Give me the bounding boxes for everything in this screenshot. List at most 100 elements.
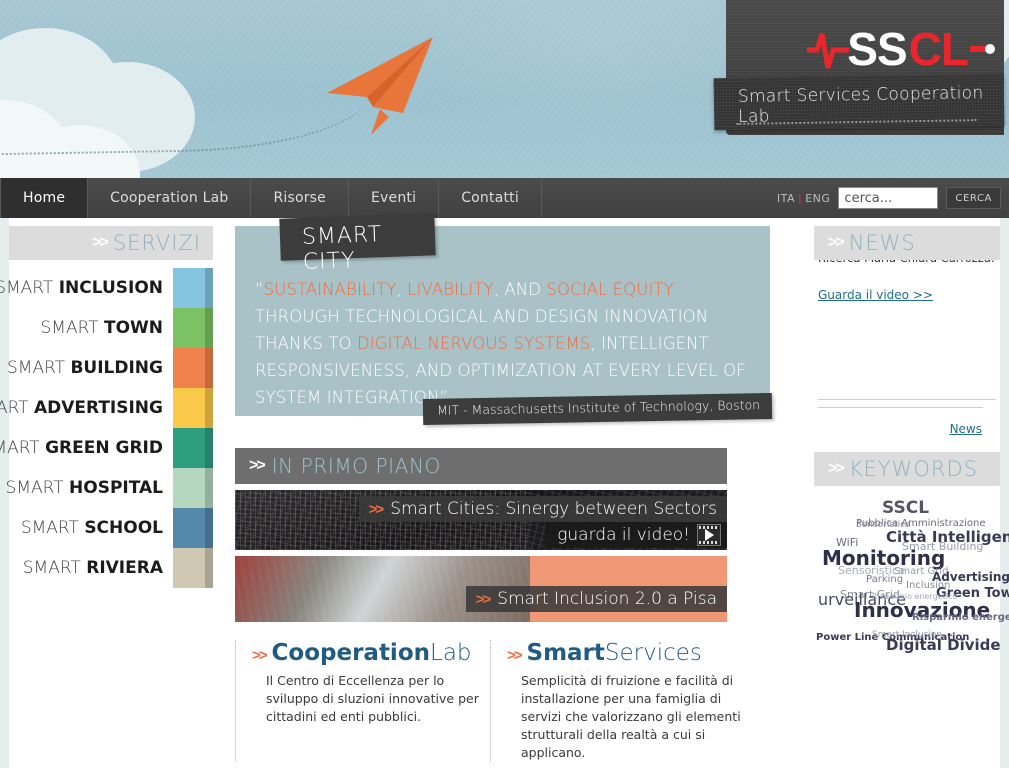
arrows-icon: >> [368,500,384,518]
service-color-swatch[interactable] [173,308,213,348]
service-label: SMART GREEN GRID [0,438,163,458]
play-video-icon[interactable] [697,524,721,546]
news-header: >> NEWS [814,226,1000,260]
smart-city-banner: SMART CITY “SUSTAINABILITY, LIVABILITY, … [235,213,773,426]
service-color-swatch[interactable] [173,428,213,468]
arrows-icon: >> [507,647,522,664]
service-label: SMART TOWN [40,318,164,338]
column-title-bold: Smart [526,640,605,666]
service-label: SMART RIVIERA [22,558,163,578]
service-color-swatch[interactable] [173,268,213,308]
arrows-icon: >> [92,234,109,251]
sscl-logo-panel[interactable]: SS CL Smart Services Cooperation Lab [713,0,1005,135]
arrows-icon: >> [828,234,845,251]
column-heading[interactable]: >> SmartServices [507,640,745,666]
service-item-advertising[interactable]: SMART ADVERTISING [0,388,213,428]
watch-video-label: guarda il video! [557,525,690,545]
service-label: SMART INCLUSION [0,278,163,298]
service-item-town[interactable]: SMART TOWN [9,308,213,348]
service-color-swatch[interactable] [173,468,213,508]
service-color-swatch[interactable] [173,508,213,548]
lang-separator: | [798,191,803,205]
nav-item-cooperation-lab[interactable]: Cooperation Lab [88,178,252,218]
watch-video-bar[interactable]: guarda il video! [545,522,727,548]
lang-italian[interactable]: ITA [777,192,795,205]
service-item-school[interactable]: SMART SCHOOL [9,508,213,548]
service-item-hospital[interactable]: SMART HOSPITAL [5,468,213,508]
column-title-light: Lab [430,640,472,666]
divider [818,407,983,408]
quote-text: “ [255,280,264,299]
site-header: SS CL Smart Services Cooperation Lab [0,0,1009,178]
sidebar-servizi: >> SERVIZI SMART INCLUSION SMART TOWN SMAR… [0,226,213,588]
service-item-building[interactable]: SMART BUILDING [6,348,213,388]
nav-item-eventi[interactable]: Eventi [349,178,440,218]
quote-text: , AND [493,280,547,299]
smart-city-tag-label: SMART CITY [301,222,383,275]
column-smart-services: >> SmartServices Semplicità di fruizione… [490,640,745,762]
column-body: Semplicità di fruizione e facilità di in… [521,673,741,760]
divider [818,399,996,400]
keyword-tag[interactable]: SSCL [882,498,929,518]
servizi-title: SERVIZI [112,231,201,255]
service-label: SMART ADVERTISING [0,398,163,418]
news-title: NEWS [848,231,916,255]
column-title-bold: Cooperation [271,640,430,666]
news-item-text: Ricerca Maria Chiara Carrozza. [818,260,998,266]
quote-text: , [396,280,408,299]
service-color-swatch[interactable] [173,548,213,588]
arrows-icon: >> [828,460,845,477]
feature-title-bar: >> Smart Cities: Sinergy between Sectors [358,496,727,522]
search-button[interactable]: CERCA [946,187,1001,209]
sscl-logo-mark: SS CL [807,22,996,76]
arrows-icon: >> [475,590,491,608]
nav-item-home[interactable]: Home [0,178,89,218]
nav-utilities: ITA | ENG CERCA [777,178,1009,218]
news-body: Ricerca Maria Chiara Carrozza. Guarda il… [814,260,1000,440]
service-color-swatch[interactable] [173,388,213,428]
service-item-inclusion[interactable]: SMART INCLUSION [0,268,213,308]
column-title-light: Services [604,640,702,666]
news-video-link[interactable]: Guarda il video >> [818,288,933,302]
quote-highlight: DIGITAL NERVOUS SYSTEMS [356,334,591,353]
column-heading[interactable]: >> CooperationLab [252,640,490,666]
servizi-header: >> SERVIZI [9,226,213,260]
column-cooperation-lab: >> CooperationLab Il Centro di Eccellenz… [235,640,490,762]
in-primo-piano-title: IN PRIMO PIANO [271,454,441,478]
keyword-tag[interactable]: Risparmio energetico [912,612,1009,623]
quote-highlight: LIVABILITY [407,280,494,299]
sidebar-right: >> NEWS Ricerca Maria Chiara Carrozza. G… [814,226,1009,654]
service-label: SMART BUILDING [6,358,163,378]
nav-item-contatti[interactable]: Contatti [439,178,542,218]
quote-highlight: SUSTAINABILITY [263,280,397,299]
keywords-title: KEYWORDS [848,457,978,481]
keywords-header: >> KEYWORDS [814,452,1000,486]
service-label: SMART HOSPITAL [5,478,163,498]
arrows-icon: >> [249,457,266,474]
logo-text-ss: SS [847,23,907,75]
service-color-swatch[interactable] [173,348,213,388]
lang-english[interactable]: ENG [805,192,830,205]
logo-text-cl: CL [908,23,969,75]
smart-city-quote: “SUSTAINABILITY, LIVABILITY, AND SOCIAL … [255,276,755,411]
service-item-green-grid[interactable]: SMART GREEN GRID [0,428,213,468]
feature-smart-cities[interactable]: >> Smart Cities: Sinergy between Sectors… [235,490,727,550]
keyword-tag[interactable]: Parking [866,574,903,585]
language-switcher: ITA | ENG [777,192,831,205]
keyword-tag[interactable]: Digital Divide [886,636,1001,654]
search-input[interactable] [838,187,939,209]
service-item-riviera[interactable]: SMART RIVIERA [9,548,213,588]
main-content: SMART CITY “SUSTAINABILITY, LIVABILITY, … [235,213,775,762]
feature-title-bar: >> Smart Inclusion 2.0 a Pisa [465,586,727,612]
nav-item-risorse[interactable]: Risorse [251,178,349,218]
dotted-flight-trail [0,92,371,156]
smart-city-source-tag: MIT - Massachusetts Institute of Technol… [422,392,773,426]
page-container: >> SERVIZI SMART INCLUSION SMART TOWN SMAR… [0,213,1009,768]
news-more-link[interactable]: News [950,422,982,436]
feature-title: Smart Cities: Sinergy between Sectors [390,499,717,519]
in-primo-piano-header: >> IN PRIMO PIANO [235,448,727,484]
quote-highlight: SOCIAL EQUITY [546,280,674,299]
feature-title: Smart Inclusion 2.0 a Pisa [497,589,717,609]
feature-smart-inclusion[interactable]: >> Smart Inclusion 2.0 a Pisa [235,556,727,622]
arrows-icon: >> [252,647,267,664]
